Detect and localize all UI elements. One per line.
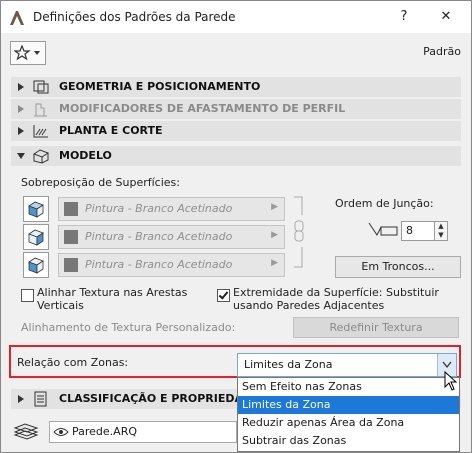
star-icon <box>14 45 40 61</box>
expand-arrow-icon <box>18 105 24 113</box>
option-label: Limites da Zona <box>242 398 331 411</box>
join-order-input[interactable]: 8 <box>401 221 435 241</box>
section-label: MODELO <box>59 149 112 162</box>
material-swatch <box>64 258 78 272</box>
surface-edge-icon <box>28 257 44 274</box>
material-swatch <box>64 202 78 216</box>
zones-option[interactable]: Sem Efeito nas Zonas <box>238 378 459 396</box>
mouse-cursor-icon <box>444 371 458 391</box>
expand-arrow-icon <box>18 127 24 135</box>
geometry-icon <box>33 80 49 94</box>
floor-plan-icon <box>33 125 48 138</box>
layer-value: Parede.ARQ <box>72 425 138 438</box>
favorites-button[interactable] <box>10 41 46 65</box>
material-swatch <box>64 230 78 244</box>
window-title: Definições dos Padrões da Parede <box>33 10 236 24</box>
layer-select[interactable]: Parede.ARQ <box>49 421 237 443</box>
option-label: Subtrair das Zonas <box>242 434 347 447</box>
surface-override-button[interactable] <box>23 196 49 222</box>
favorite-name: Padrão <box>423 45 461 58</box>
chevron-right-icon: ▶ <box>271 258 278 268</box>
section-modificadores[interactable]: MODIFICADORES DE AFASTAMENTO DE PERFIL <box>11 99 461 119</box>
chevron-right-icon: ▶ <box>271 202 278 212</box>
section-modelo[interactable]: MODELO <box>11 146 461 166</box>
zones-selected-value: Limites da Zona <box>244 358 333 371</box>
collapse-arrow-icon <box>17 153 25 159</box>
align-texture-label: Alinhar Textura nas Arestas Verticais <box>37 286 188 312</box>
layer-icon <box>13 423 39 440</box>
join-order-value: 8 <box>406 224 413 237</box>
section-planta[interactable]: PLANTA E CORTE <box>11 121 461 141</box>
custom-texture-label: Alinhamento de Textura Personalizado: <box>21 321 236 334</box>
surface-override-label: Sobreposição de Superfícies: <box>21 176 180 189</box>
surface-override-button[interactable] <box>23 224 49 250</box>
wall-settings-dialog: Definições dos Padrões da Parede ? ✕ Pad… <box>0 0 472 453</box>
help-button[interactable]: ? <box>394 7 414 27</box>
title-bar: Definições dos Padrões da Parede ? ✕ <box>1 1 471 33</box>
app-icon <box>10 11 24 25</box>
section-label: MODIFICADORES DE AFASTAMENTO DE PERFIL <box>59 102 346 115</box>
join-order-label: Ordem de Junção: <box>335 197 434 210</box>
join-order-icon <box>368 222 398 236</box>
model-box-icon <box>32 149 50 164</box>
reset-texture-button[interactable]: Redefinir Textura <box>293 317 459 338</box>
material-picker: Pintura - Branco Acetinado ▶ <box>58 253 285 277</box>
zones-option[interactable]: Reduzir apenas Área da Zona <box>238 414 459 432</box>
join-order-spinner[interactable]: ▲ ▼ <box>434 221 448 241</box>
material-name: Pintura - Branco Acetinado <box>85 230 233 243</box>
zones-label: Relação com Zonas: <box>17 356 129 369</box>
profile-modifier-icon <box>34 103 47 117</box>
trunks-button[interactable]: Em Troncos... <box>335 256 461 278</box>
material-picker: Pintura - Branco Acetinado ▶ <box>58 197 285 221</box>
classification-icon <box>34 391 47 407</box>
surface-left-icon <box>28 201 44 218</box>
surface-right-icon <box>28 229 44 246</box>
material-picker: Pintura - Branco Acetinado ▶ <box>58 225 285 249</box>
material-name: Pintura - Branco Acetinado <box>85 258 233 271</box>
material-name: Pintura - Branco Acetinado <box>85 202 233 215</box>
chevron-right-icon: ▶ <box>271 230 278 240</box>
surface-override-button[interactable] <box>23 252 49 278</box>
surface-end-checkbox[interactable] <box>217 289 230 302</box>
spin-up-icon[interactable]: ▲ <box>435 222 447 231</box>
zones-select[interactable]: Limites da Zona <box>237 353 457 377</box>
zones-option[interactable]: Subtrair das Zonas <box>238 432 459 450</box>
section-label: GEOMETRIA E POSICIONAMENTO <box>59 80 261 93</box>
expand-arrow-icon <box>18 395 24 403</box>
chain-link-icon[interactable] <box>292 195 306 269</box>
chevron-down-icon <box>442 361 452 369</box>
zones-dropdown-list: Sem Efeito nas Zonas Limites da Zona Red… <box>237 377 460 452</box>
surface-end-label: Extremidade da Superfície: Substituir us… <box>233 286 439 312</box>
eye-icon <box>53 428 69 436</box>
close-button[interactable]: ✕ <box>436 7 456 27</box>
expand-arrow-icon <box>18 83 24 91</box>
option-label: Sem Efeito nas Zonas <box>242 380 362 393</box>
zones-option-selected[interactable]: Limites da Zona <box>238 396 459 414</box>
option-label: Reduzir apenas Área da Zona <box>242 416 405 429</box>
section-label: PLANTA E CORTE <box>59 124 163 137</box>
spin-down-icon[interactable]: ▼ <box>435 231 447 240</box>
align-texture-checkbox[interactable] <box>21 289 34 302</box>
section-geometria[interactable]: GEOMETRIA E POSICIONAMENTO <box>11 77 461 97</box>
